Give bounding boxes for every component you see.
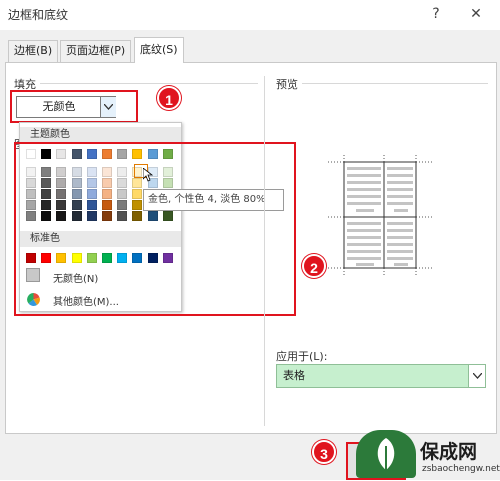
title-bar: 边框和底纹 ? ✕ bbox=[0, 0, 500, 30]
highlight-box-2 bbox=[14, 142, 296, 316]
help-button[interactable]: ? bbox=[426, 4, 446, 24]
chevron-down-icon bbox=[472, 372, 482, 379]
watermark-leaf-icon bbox=[377, 438, 395, 470]
preview-label: 预览 bbox=[276, 78, 298, 91]
tab-borders[interactable]: 边框(B) bbox=[8, 40, 59, 62]
swatch-tooltip: 金色, 个性色 4, 淡色 80% bbox=[143, 189, 284, 211]
watermark-text: 保成网 bbox=[420, 441, 478, 463]
tab-shading[interactable]: 底纹(S) bbox=[134, 37, 184, 63]
step-badge-3: 3 bbox=[312, 440, 336, 464]
step-badge-1: 1 bbox=[157, 86, 181, 110]
watermark-logo-icon bbox=[356, 430, 416, 478]
preview-table-graphic bbox=[328, 155, 432, 275]
window-title: 边框和底纹 bbox=[8, 8, 69, 22]
section-divider bbox=[264, 76, 265, 426]
watermark-url: zsbaochengw.net bbox=[422, 464, 500, 474]
theme-colors-heading: 主题颜色 bbox=[20, 127, 181, 143]
close-button[interactable]: ✕ bbox=[466, 4, 486, 24]
highlight-box-1 bbox=[10, 90, 138, 123]
apply-to-value: 表格 bbox=[283, 369, 305, 382]
step-badge-2: 2 bbox=[302, 254, 326, 278]
apply-chevron-down-icon[interactable] bbox=[468, 365, 485, 387]
apply-to-select[interactable]: 表格 bbox=[276, 364, 486, 388]
tab-page-borders[interactable]: 页面边框(P) bbox=[60, 40, 132, 62]
preview-table bbox=[328, 155, 432, 275]
apply-to-label: 应用于(L): bbox=[276, 350, 328, 363]
fill-separator bbox=[40, 83, 258, 84]
preview-separator bbox=[302, 83, 488, 84]
